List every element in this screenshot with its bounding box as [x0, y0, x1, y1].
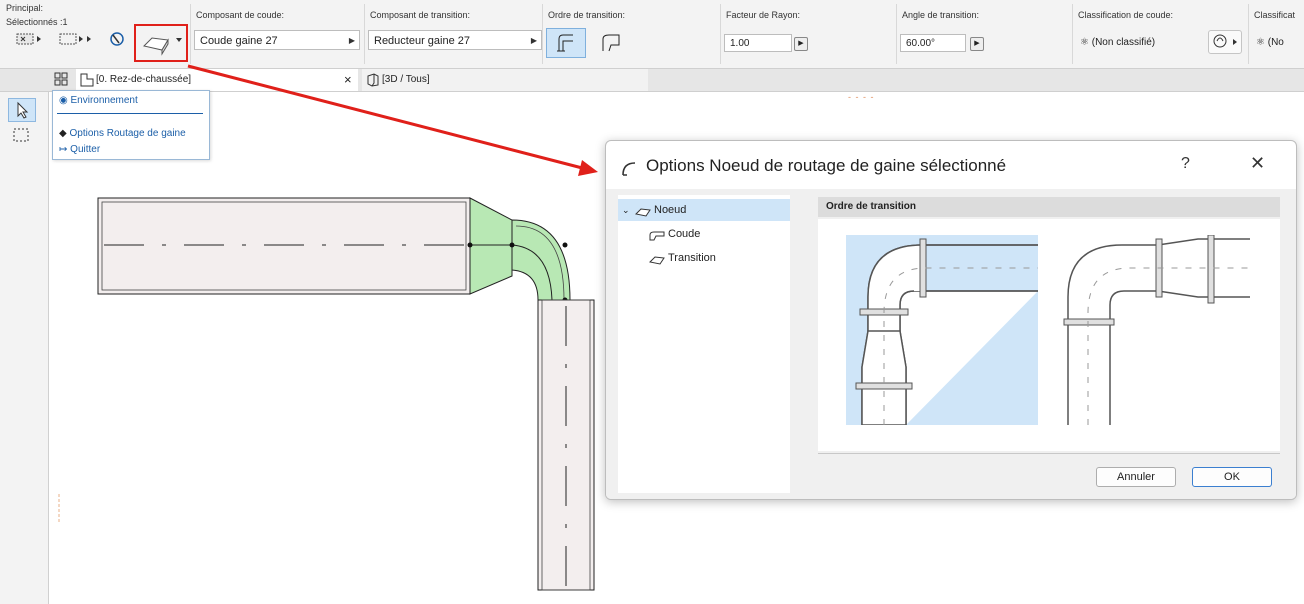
option-transition-then-elbow[interactable] [1058, 234, 1250, 425]
transition-segment [469, 197, 513, 295]
option-elbow-then-transition[interactable] [846, 235, 1038, 426]
routing-node-options-dialog: Options Noeud de routage de gaine sélect… [605, 140, 1297, 500]
dialog-title: Options Noeud de routage de gaine sélect… [646, 156, 1007, 175]
node-tree: ⌄ Noeud Coude Transition [618, 195, 790, 493]
ok-button[interactable]: OK [1192, 467, 1272, 487]
elbow-icon [648, 228, 666, 241]
menu-item-environment[interactable]: ◉ Environnement [59, 94, 138, 108]
annotation-arrow [187, 64, 591, 172]
exit-icon: ↦ [59, 144, 68, 155]
menu-item-routing-options[interactable]: ◆ Options Routage de gaine [59, 127, 186, 141]
dialog-app-icon [620, 159, 640, 179]
menu-item-quit[interactable]: ↦ Quitter [59, 143, 100, 157]
cancel-button[interactable]: Annuler [1096, 467, 1176, 487]
help-button[interactable]: ? [1181, 155, 1190, 173]
transition-icon [648, 252, 666, 265]
context-popup: ◉ Environnement ◆ Options Routage de gai… [52, 90, 210, 160]
menu-divider [57, 113, 203, 114]
close-icon[interactable]: ✕ [1250, 153, 1265, 174]
separator [818, 453, 1280, 454]
horizontal-duct [97, 197, 471, 295]
duct-routing-icon: ◆ [59, 128, 67, 139]
duct-node-icon [634, 204, 652, 217]
eye-icon: ◉ [59, 95, 68, 106]
section-header: Ordre de transition [818, 197, 1280, 217]
transition-order-panel [818, 219, 1280, 451]
chevron-down-icon: ⌄ [622, 205, 630, 215]
dialog-body: ⌄ Noeud Coude Transition Ordre de transi… [606, 189, 1296, 499]
tree-item-node[interactable]: ⌄ Noeud [618, 199, 790, 221]
